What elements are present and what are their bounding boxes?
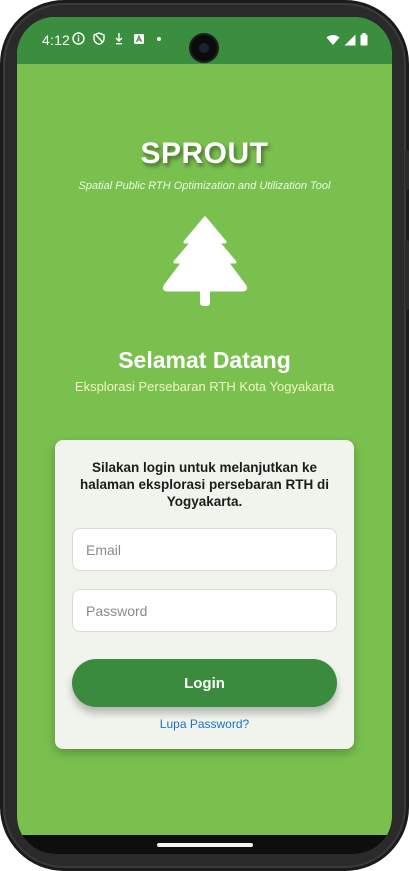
phone-frame: 4:12 SPROUT Spatial Public RTH Optimizat… (0, 0, 409, 871)
app-name: SPROUT (140, 137, 269, 170)
home-gesture-handle[interactable] (157, 843, 253, 847)
download-icon (112, 32, 125, 45)
front-camera (191, 35, 217, 61)
tree-icon (163, 216, 247, 306)
battery-icon (360, 33, 368, 51)
welcome-title: Selamat Datang (118, 347, 291, 373)
power-button (405, 150, 409, 190)
shield-icon (92, 32, 105, 45)
info-icon (72, 32, 85, 45)
a-icon (132, 32, 145, 45)
wifi-icon (326, 33, 340, 51)
app-screen: 4:12 SPROUT Spatial Public RTH Optimizat… (17, 17, 392, 854)
welcome-subtitle: Eksplorasi Persebaran RTH Kota Yogyakart… (74, 379, 335, 394)
navigation-bar (17, 835, 392, 854)
cellular-icon (344, 33, 356, 51)
status-icons-left (72, 32, 165, 45)
app-tagline: Spatial Public RTH Optimization and Util… (78, 180, 331, 192)
volume-button (405, 240, 409, 310)
dot-icon (152, 32, 165, 45)
status-icons-right (326, 33, 368, 51)
email-input[interactable] (72, 528, 337, 571)
login-button[interactable]: Login (72, 659, 337, 707)
login-card: Silakan login untuk melanjutkan ke halam… (55, 440, 354, 749)
password-input[interactable] (72, 589, 337, 632)
status-bar: 4:12 (17, 17, 392, 64)
login-message: Silakan login untuk melanjutkan ke halam… (79, 460, 330, 509)
status-time: 4:12 (42, 32, 71, 48)
forgot-password-link[interactable]: Lupa Password? (55, 717, 354, 731)
